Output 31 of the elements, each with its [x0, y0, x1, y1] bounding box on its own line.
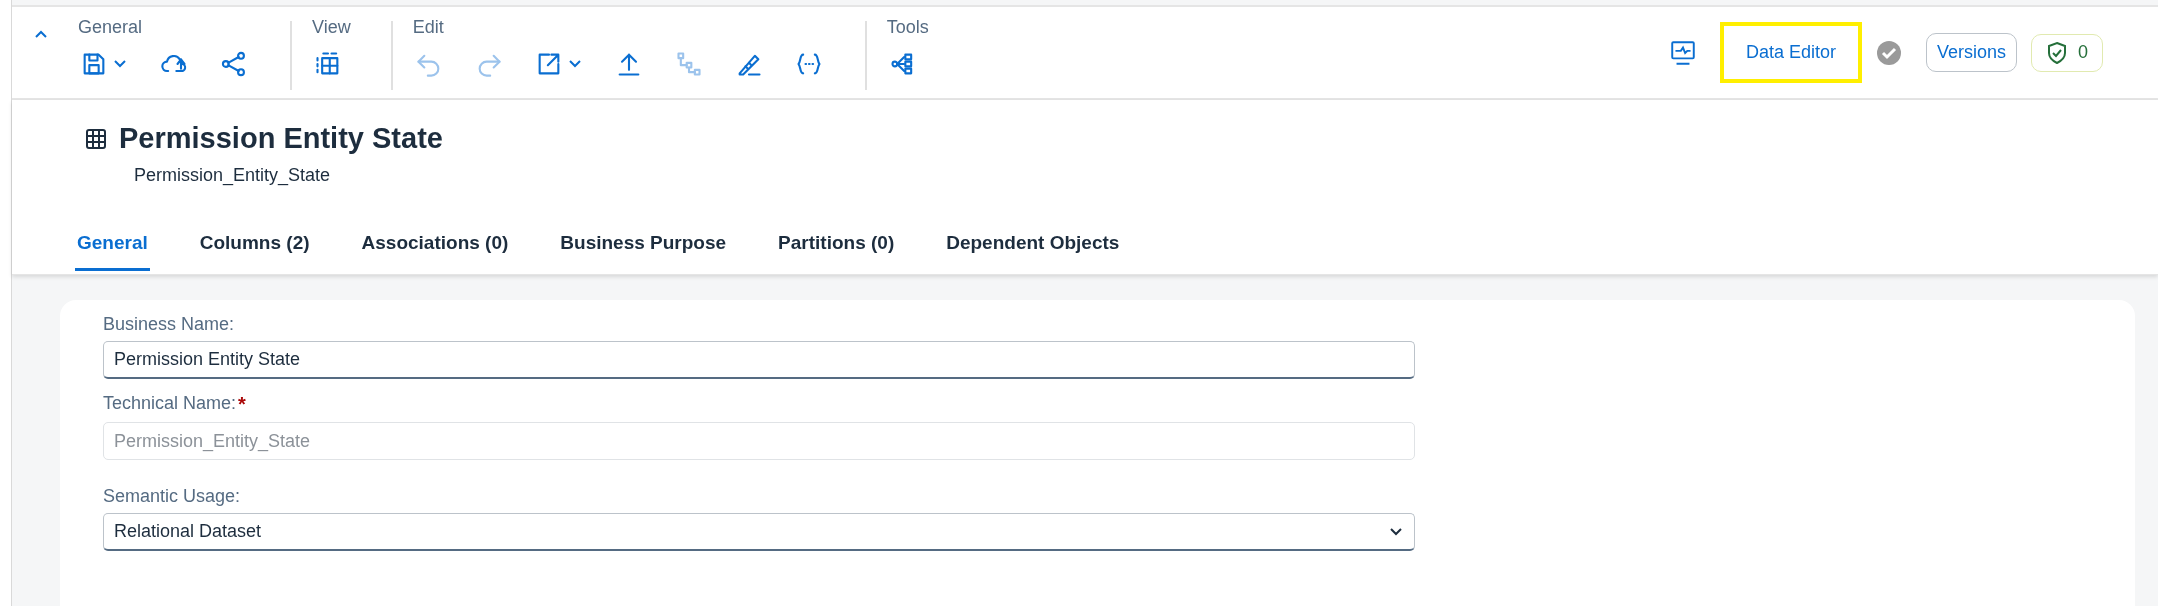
data-editor-button[interactable]: Data Editor: [1719, 22, 1862, 83]
share-icon: [220, 50, 248, 78]
group-label: View: [312, 17, 351, 38]
tab[interactable]: Columns (2): [197, 226, 312, 271]
field-label: Business Name:: [103, 314, 235, 335]
tab[interactable]: Dependent Objects: [944, 226, 1122, 271]
shield-check-icon: [2046, 40, 2068, 65]
collapse-chevron-icon[interactable]: [34, 29, 48, 39]
tab[interactable]: General: [75, 226, 150, 271]
select-field[interactable]: Relational Dataset: [103, 513, 1415, 551]
object-subtitle: Permission_Entity_State: [134, 165, 332, 186]
validation-button[interactable]: 0: [2031, 33, 2103, 72]
group-label: Edit: [412, 17, 445, 38]
tab[interactable]: Associations (0): [359, 226, 511, 271]
caret-icon: [1388, 525, 1404, 538]
field-label: Technical Name:: [103, 393, 237, 415]
required-asterisk: *: [238, 393, 246, 416]
object-title: Permission Entity State: [119, 122, 443, 155]
group-label: Tools: [886, 17, 929, 38]
tab[interactable]: Partitions (0): [776, 226, 897, 271]
table-icon: [85, 127, 107, 150]
monitor-icon[interactable]: [1669, 38, 1696, 67]
input-field[interactable]: Permission Entity State: [103, 341, 1415, 379]
caret-icon: [566, 58, 583, 70]
caret-icon: [112, 58, 128, 70]
hierarchy-icon: [674, 50, 703, 78]
field-label: Semantic Usage:: [103, 486, 241, 507]
group-label: General: [78, 17, 144, 38]
versions-button[interactable]: Versions: [1925, 33, 2017, 72]
check-circle-icon: [1875, 39, 1902, 66]
tab[interactable]: Business Purpose: [558, 226, 729, 271]
